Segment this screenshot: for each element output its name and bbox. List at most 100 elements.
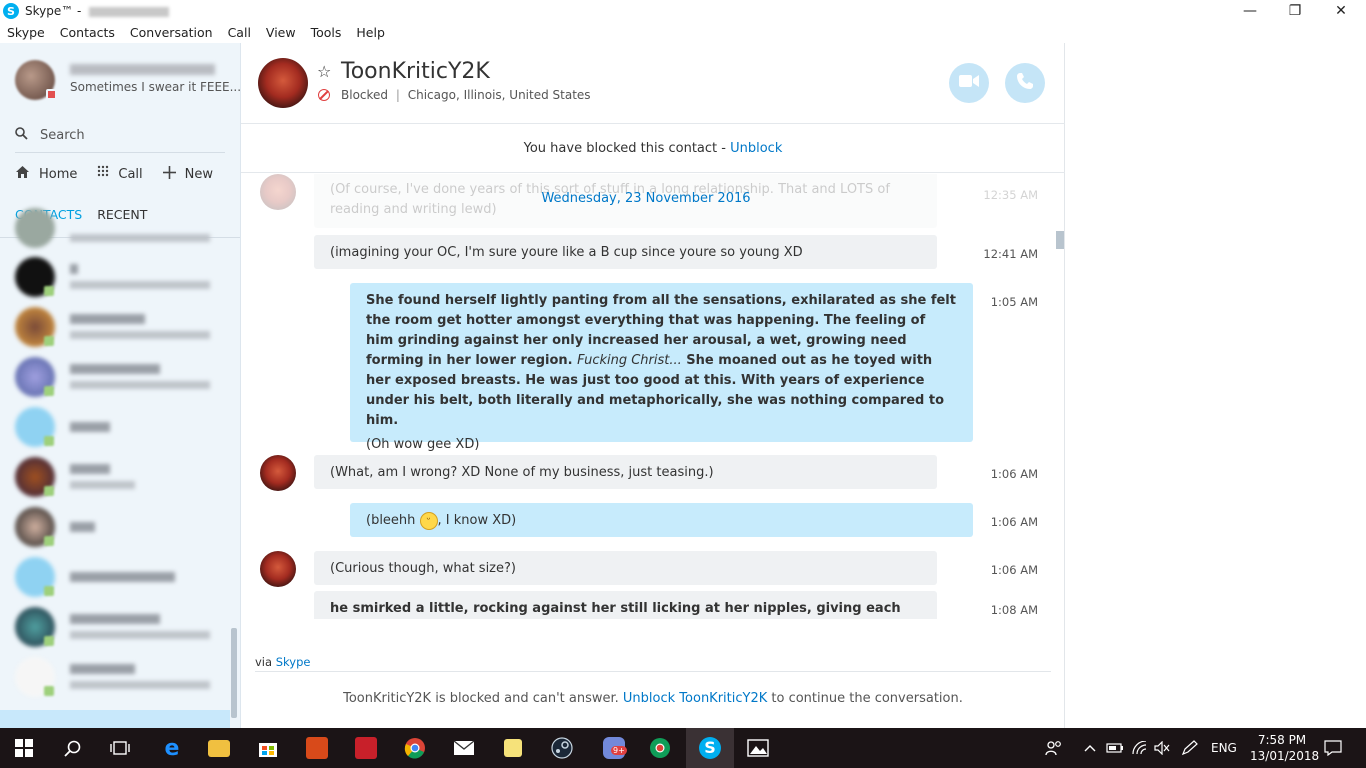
redacted-display-name [70,64,215,75]
contact-list-item[interactable] [0,652,230,702]
message-time: 1:08 AM [990,603,1038,617]
contact-list-item[interactable] [0,502,230,552]
contact-list-item[interactable] [0,452,230,502]
mail-icon[interactable] [452,736,476,760]
unblock-link[interactable]: Unblock [730,141,782,156]
title-bar: S Skype™ - — ❐ ✕ [0,0,1366,22]
contact-location: Chicago, Illinois, United States [407,88,591,102]
menu-contacts[interactable]: Contacts [60,25,115,40]
note-shape [504,739,522,757]
online-status-icon [44,486,54,496]
people-icon[interactable] [1045,728,1063,768]
own-profile[interactable]: Sometimes I swear it FEEE... [15,58,240,102]
taskbar-clock[interactable]: 7:58 PM 13/01/2018 [1250,732,1320,764]
contact-name[interactable]: ToonKriticY2K [341,59,490,84]
chrome-icon[interactable] [403,736,427,760]
selected-contact-item[interactable] [0,710,230,728]
video-call-button[interactable] [949,63,989,103]
input-language[interactable]: ENG [1211,728,1237,768]
skype-taskbar-icon[interactable]: S [698,736,722,760]
date-separator: Wednesday, 23 November 2016 [541,191,751,206]
conversation-pane: ☆ ToonKriticY2K Blocked | Chicago, Illin… [241,43,1065,728]
right-pane [1066,43,1366,728]
contact-list-item[interactable] [0,602,230,652]
search-icon[interactable] [60,736,84,760]
contact-list-item[interactable] [0,252,230,302]
via-skype-link[interactable]: Skype [276,655,311,669]
online-status-icon [44,286,54,296]
menu-conversation[interactable]: Conversation [130,25,213,40]
clock-date: 13/01/2018 [1250,749,1320,763]
redacted-contact-name [70,422,110,432]
photos-icon[interactable] [746,736,770,760]
search-icon [15,126,29,144]
mood-message: Sometimes I swear it FEEE... [70,80,241,94]
contact-avatar [15,208,55,248]
message-avatar[interactable] [260,455,296,491]
new-button[interactable]: New [162,165,213,183]
menu-help[interactable]: Help [356,25,385,40]
message-history[interactable]: (Of course, I've done years of this sort… [241,174,1051,619]
search-box[interactable]: Search [15,125,225,145]
unblock-contact-link[interactable]: Unblock ToonKriticY2K [623,691,767,706]
menu-view[interactable]: View [266,25,296,40]
minimize-button[interactable]: — [1227,0,1273,22]
search-input[interactable]: Search [40,128,85,143]
volume-muted-icon[interactable] [1154,728,1170,768]
contact-list-item[interactable] [0,208,230,252]
sticky-notes-icon[interactable] [501,736,525,760]
call-label: Call [118,166,143,182]
call-button[interactable]: Call [97,165,143,183]
windows-taskbar: e 9+ S ENG 7:58 PM 13/01/2018 [0,728,1366,768]
wifi-icon[interactable] [1132,728,1148,768]
via-label: via Skype [255,655,310,669]
contact-avatar[interactable] [258,58,308,108]
menu-call[interactable]: Call [228,25,251,40]
home-icon [15,165,30,183]
audio-call-button[interactable] [1005,63,1045,103]
close-button[interactable]: ✕ [1318,0,1364,22]
message-text: (Oh wow gee XD) [366,437,480,452]
message-bubble: (Curious though, what size?) [314,551,937,585]
clock-time: 7:58 PM [1257,733,1307,747]
contact-list-scrollbar[interactable] [231,628,237,718]
start-button[interactable] [12,736,36,760]
reader-app-icon[interactable] [354,736,378,760]
show-hidden-icons-chevron-icon[interactable] [1084,728,1096,768]
redacted-contact-text [70,234,210,242]
contact-list-item[interactable] [0,352,230,402]
message-bubble: (imagining your OC, I'm sure youre like … [314,235,937,269]
blocked-footer-text: to continue the conversation. [767,691,963,706]
message-time: 12:41 AM [983,247,1038,261]
sidebar-nav: Home Call New [15,165,233,183]
store-icon[interactable] [256,736,280,760]
redacted-contact-text [70,481,135,489]
edge-browser-icon[interactable]: e [160,736,184,761]
chrome-app-icon[interactable] [648,736,672,760]
action-center-icon[interactable] [1324,728,1342,768]
file-explorer-icon[interactable] [207,736,231,760]
message-scrollbar[interactable] [1056,231,1064,249]
battery-icon[interactable] [1106,728,1124,768]
redacted-contact-name [70,614,160,624]
menu-skype[interactable]: Skype [7,25,45,40]
task-view-icon[interactable] [108,736,132,760]
contact-list-item[interactable] [0,302,230,352]
favorite-star-icon[interactable]: ☆ [317,62,331,81]
app-icon-orange[interactable] [305,736,329,760]
pen-workspace-icon[interactable] [1181,728,1199,768]
menu-tools[interactable]: Tools [311,25,342,40]
message-avatar[interactable] [260,551,296,587]
redacted-contact-name [70,572,175,582]
sidebar: Sometimes I swear it FEEE... Search Home… [0,43,241,728]
contact-list-item[interactable] [0,552,230,602]
home-button[interactable]: Home [15,165,77,183]
maximize-button[interactable]: ❐ [1272,0,1318,22]
contact-list-item[interactable] [0,402,230,452]
discord-icon[interactable]: 9+ [599,736,629,760]
message-bubble: (bleehh ᵕ, I know XD) [350,503,973,537]
redacted-contact-text [70,381,210,389]
steam-icon[interactable] [550,736,574,760]
skype-logo-icon: S [699,737,721,759]
tab-recent[interactable]: RECENT [97,207,147,222]
